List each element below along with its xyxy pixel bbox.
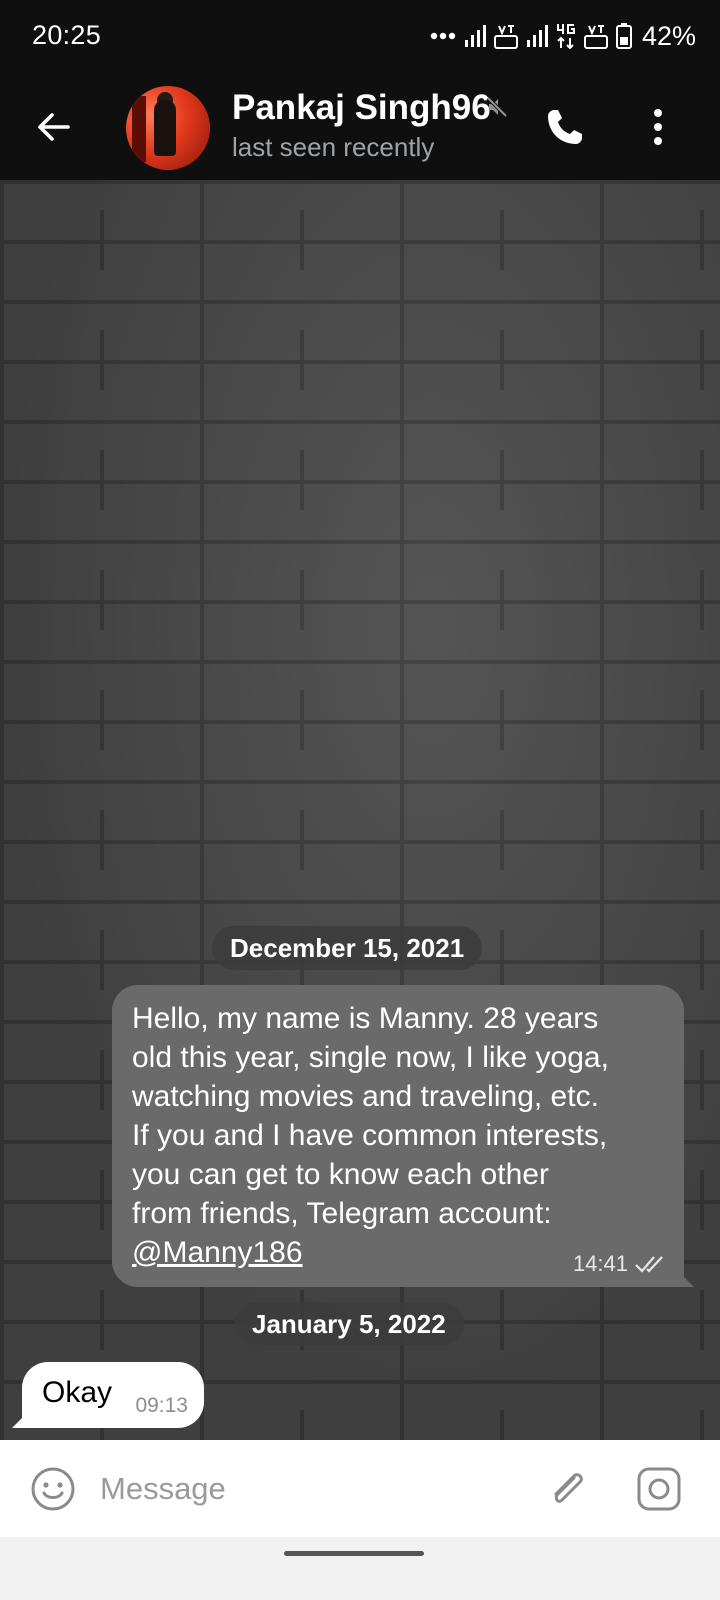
emoji-icon [31,1467,75,1511]
date-separator: December 15, 2021 [212,926,483,970]
muted-icon [486,96,508,118]
phone-icon [548,110,582,144]
volte-icon [583,25,608,49]
attach-icon [554,1473,583,1503]
message-input[interactable] [98,1462,522,1516]
status-bar: 20:25 42% [0,0,720,74]
camera-button[interactable] [636,1466,682,1512]
volte-icon [493,25,518,49]
back-button[interactable] [30,104,76,150]
call-button[interactable] [542,104,588,150]
camera-icon [637,1467,681,1511]
incoming-message[interactable]: Okay 09:13 [12,1362,204,1428]
more-dots-icon [430,32,456,40]
status-time: 20:25 [32,20,102,50]
battery-icon [615,23,632,49]
message-composer [0,1440,720,1537]
more-vert-icon[interactable] [640,104,676,150]
message-text: Hello, my name is Manny. 28 years old th… [132,999,662,1272]
chat-header: Pankaj Singh96 last seen recently [0,74,720,180]
message-text: Okay [42,1376,113,1409]
message-meta: 14:41 [573,1251,668,1277]
date-separator: January 5, 2022 [234,1302,464,1346]
contact-status: last seen recently [232,132,435,162]
message-time: 14:41 [572,1251,628,1276]
home-indicator[interactable] [284,1551,424,1556]
back-arrow-icon [38,113,70,141]
signal-icon [526,25,548,47]
outgoing-message[interactable]: Hello, my name is Manny. 28 years old th… [112,985,694,1287]
contact-name[interactable]: Pankaj Singh96 [232,88,491,128]
avatar[interactable] [126,86,210,170]
message-time: 09:13 [135,1394,188,1417]
battery-percent: 42% [641,20,696,51]
status-icons: 42% [430,18,696,54]
chat-background: December 15, 2021 Hello, my name is Mann… [0,180,720,1440]
double-check-icon [635,1256,663,1273]
emoji-button[interactable] [30,1466,76,1512]
4g-icon [556,24,575,49]
signal-icon [464,25,486,47]
system-navigation [0,1537,720,1600]
attach-button[interactable] [544,1466,590,1512]
